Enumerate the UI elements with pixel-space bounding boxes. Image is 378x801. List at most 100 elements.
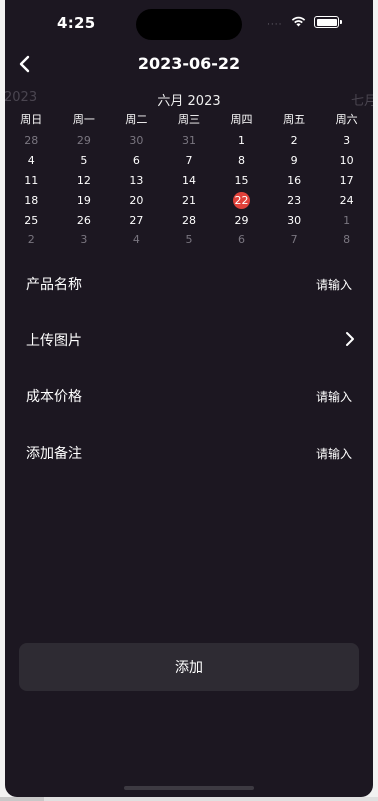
calendar-day-number: 26 bbox=[76, 213, 91, 227]
calendar-day[interactable]: 31 bbox=[163, 134, 216, 147]
weekday-label: 周五 bbox=[283, 113, 306, 126]
calendar-day-number: 11 bbox=[24, 173, 39, 187]
calendar-day-number: 20 bbox=[129, 193, 144, 207]
calendar-day-number: 2 bbox=[290, 134, 298, 148]
calendar-day[interactable]: 14 bbox=[163, 174, 216, 187]
calendar-day-number: 1 bbox=[343, 213, 351, 227]
calendar-day-number: 21 bbox=[181, 193, 196, 207]
home-indicator bbox=[124, 786, 254, 790]
calendar-day-selected[interactable]: 22 bbox=[215, 191, 268, 209]
calendar-day-number: 27 bbox=[129, 213, 144, 227]
calendar-day-number: 3 bbox=[343, 134, 351, 148]
calendar-day-number: 12 bbox=[76, 173, 91, 187]
calendar-day-number: 6 bbox=[132, 154, 140, 168]
calendar-week-row: 2 3 4 5 6 7 8 bbox=[5, 230, 373, 250]
product-name-input[interactable]: 请输入 bbox=[316, 276, 352, 293]
calendar-day[interactable]: 27 bbox=[110, 214, 163, 227]
calendar-day[interactable]: 11 bbox=[5, 174, 58, 187]
calendar-day[interactable]: 6 bbox=[110, 154, 163, 167]
calendar-day[interactable]: 6 bbox=[215, 233, 268, 246]
calendar-day[interactable]: 25 bbox=[5, 214, 58, 227]
calendar-day[interactable]: 4 bbox=[110, 233, 163, 246]
battery-icon bbox=[314, 16, 342, 28]
weekday-label: 周二 bbox=[125, 113, 148, 126]
calendar-day[interactable]: 17 bbox=[320, 174, 373, 187]
calendar-week-row: 11 12 13 14 15 16 17 bbox=[5, 171, 373, 191]
calendar-day-number: 3 bbox=[80, 233, 88, 247]
page-title: 2023-06-22 bbox=[137, 54, 241, 73]
calendar-day[interactable]: 29 bbox=[215, 214, 268, 227]
calendar-day-number: 2 bbox=[27, 233, 35, 247]
calendar-day[interactable]: 7 bbox=[268, 233, 321, 246]
calendar-day[interactable]: 3 bbox=[58, 233, 111, 246]
calendar-day-number: 31 bbox=[181, 134, 196, 148]
upload-image-row[interactable]: 上传图片 bbox=[5, 319, 373, 359]
calendar-day[interactable]: 29 bbox=[58, 134, 111, 147]
calendar-day-number: 24 bbox=[339, 193, 354, 207]
calendar-header: 2023 六月 2023 七月 bbox=[5, 90, 373, 109]
calendar-grid: 28 29 30 31 1 2 3 4 5 6 7 8 9 10 11 12 13 14 15 16 17 18 19 20 2… bbox=[5, 131, 373, 250]
calendar-day[interactable]: 8 bbox=[320, 233, 373, 246]
calendar-day-number: 8 bbox=[343, 233, 351, 247]
calendar-day-number: 19 bbox=[76, 193, 91, 207]
calendar-day[interactable]: 21 bbox=[163, 194, 216, 207]
note-row[interactable]: 添加备注 请输入 bbox=[5, 432, 373, 472]
calendar-day-number: 5 bbox=[80, 154, 88, 168]
calendar-day-number: 28 bbox=[181, 213, 196, 227]
calendar-day[interactable]: 9 bbox=[268, 154, 321, 167]
calendar-day[interactable]: 28 bbox=[5, 134, 58, 147]
product-name-row[interactable]: 产品名称 请输入 bbox=[5, 263, 373, 303]
calendar-day[interactable]: 16 bbox=[268, 174, 321, 187]
calendar-day-number: 30 bbox=[129, 134, 144, 148]
calendar-day[interactable]: 3 bbox=[320, 134, 373, 147]
calendar-day-number: 13 bbox=[129, 173, 144, 187]
calendar-day-number: 16 bbox=[287, 173, 302, 187]
calendar-day-number: 5 bbox=[185, 233, 193, 247]
calendar-day[interactable]: 23 bbox=[268, 194, 321, 207]
calendar-day[interactable]: 5 bbox=[58, 154, 111, 167]
note-label: 添加备注 bbox=[26, 446, 82, 462]
calendar-day-number: 7 bbox=[185, 154, 193, 168]
calendar-day[interactable]: 7 bbox=[163, 154, 216, 167]
calendar-day[interactable]: 19 bbox=[58, 194, 111, 207]
calendar-weekdays: 周日 周一 周二 周三 周四 周五 周六 bbox=[5, 111, 373, 127]
status-time: 4:25 bbox=[57, 14, 96, 32]
calendar-day[interactable]: 30 bbox=[268, 214, 321, 227]
calendar-day-number: 28 bbox=[24, 134, 39, 148]
calendar-day[interactable]: 12 bbox=[58, 174, 111, 187]
calendar-day[interactable]: 24 bbox=[320, 194, 373, 207]
calendar-next-month[interactable]: 七月 bbox=[351, 90, 373, 109]
calendar-day-number: 15 bbox=[234, 173, 249, 187]
cost-price-row[interactable]: 成本价格 请输入 bbox=[5, 375, 373, 415]
calendar-day[interactable]: 2 bbox=[268, 134, 321, 147]
calendar-day[interactable]: 2 bbox=[5, 233, 58, 246]
calendar-day[interactable]: 28 bbox=[163, 214, 216, 227]
calendar-day[interactable]: 8 bbox=[215, 154, 268, 167]
phone-screen: 4:25 ···· 2023-06-22 2023 六月 2023 七月 周日周… bbox=[5, 0, 373, 797]
product-name-label: 产品名称 bbox=[26, 277, 82, 293]
calendar-day[interactable]: 4 bbox=[5, 154, 58, 167]
add-button[interactable]: 添加 bbox=[19, 643, 359, 691]
calendar-day[interactable]: 1 bbox=[320, 214, 373, 227]
calendar-day-number: 14 bbox=[181, 173, 196, 187]
calendar-day[interactable]: 1 bbox=[215, 134, 268, 147]
cost-price-input[interactable]: 请输入 bbox=[316, 388, 352, 405]
calendar-day[interactable]: 5 bbox=[163, 233, 216, 246]
calendar-day[interactable]: 15 bbox=[215, 174, 268, 187]
dynamic-island bbox=[136, 9, 242, 40]
calendar-day[interactable]: 20 bbox=[110, 194, 163, 207]
calendar-day[interactable]: 18 bbox=[5, 194, 58, 207]
calendar-day[interactable]: 10 bbox=[320, 154, 373, 167]
calendar-day-number: 10 bbox=[339, 154, 354, 168]
note-input[interactable]: 请输入 bbox=[316, 445, 352, 462]
calendar-day-number: 6 bbox=[238, 233, 246, 247]
calendar-day-number: 30 bbox=[287, 213, 302, 227]
calendar-day[interactable]: 13 bbox=[110, 174, 163, 187]
calendar-day[interactable]: 30 bbox=[110, 134, 163, 147]
weekday-label: 周六 bbox=[335, 113, 358, 126]
wifi-icon bbox=[291, 16, 306, 27]
calendar-week-row: 18 19 20 21 22 23 24 bbox=[5, 190, 373, 210]
calendar-day[interactable]: 26 bbox=[58, 214, 111, 227]
upload-image-label: 上传图片 bbox=[26, 333, 82, 349]
bottom-strip bbox=[0, 797, 378, 801]
